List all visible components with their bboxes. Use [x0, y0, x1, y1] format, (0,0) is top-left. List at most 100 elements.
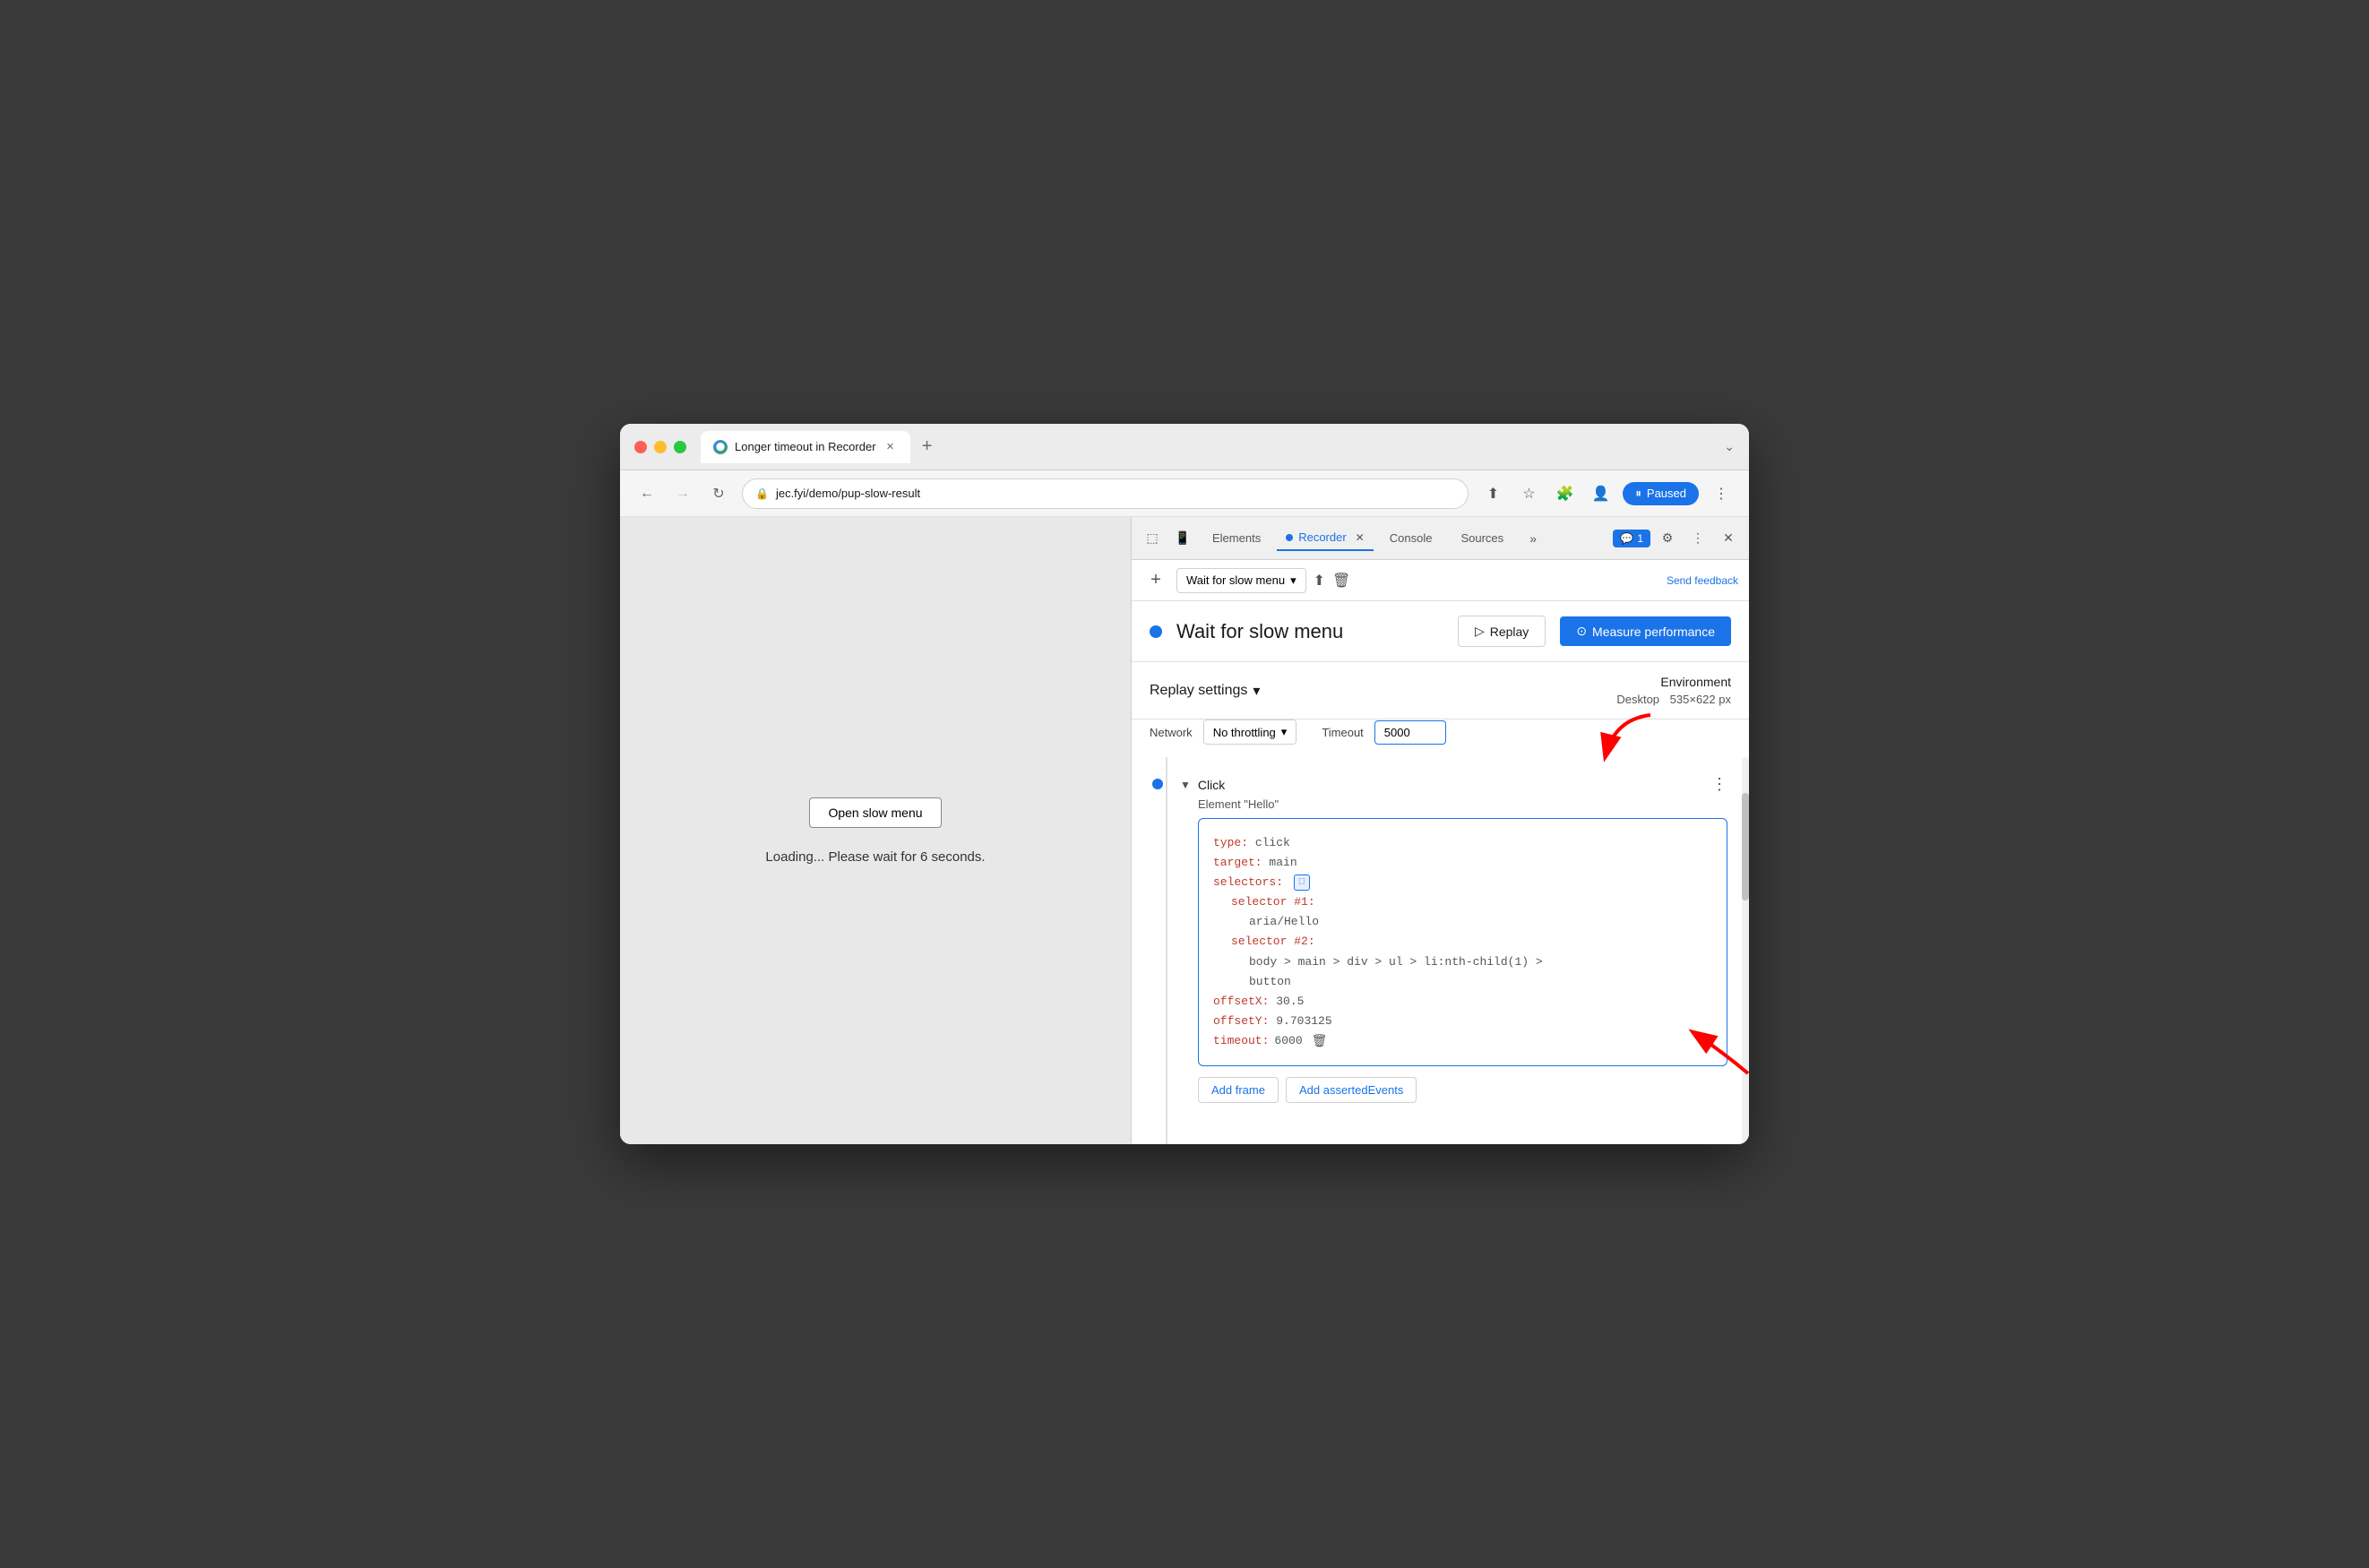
bookmark-icon[interactable]: ☆ [1515, 480, 1542, 507]
replay-settings-row: Network No throttling ▾ Timeout [1132, 719, 1749, 757]
title-bar-right: ⌄ [1724, 439, 1735, 454]
tab-recorder[interactable]: Recorder ✕ [1277, 525, 1374, 551]
code-target-val: main [1269, 856, 1296, 869]
address-bar-right: ⬆ ☆ 🧩 👤 ⏸ Paused ⋮ [1479, 480, 1735, 507]
recording-status-dot [1150, 625, 1162, 638]
recorder-toolbar-icons: ⬆ 🗑 [1314, 572, 1351, 590]
code-selector2-val2: button [1249, 975, 1291, 988]
share-icon[interactable]: ⬆ [1479, 480, 1506, 507]
extensions-icon[interactable]: 🧩 [1551, 480, 1578, 507]
paused-button[interactable]: ⏸ Paused [1623, 482, 1699, 505]
window-menu-btn[interactable]: ⌄ [1724, 439, 1735, 454]
plus-icon: + [1150, 570, 1161, 590]
environment-value: Desktop 535×622 px [1616, 693, 1731, 706]
code-offsetY-val: 9.703125 [1276, 1014, 1331, 1028]
code-selectors-key: selectors: [1213, 875, 1283, 889]
traffic-lights [634, 441, 686, 453]
devtools-settings-icon[interactable]: ⚙ [1654, 525, 1681, 552]
new-tab-btn[interactable]: + [914, 434, 941, 461]
delete-timeout-btn[interactable]: 🗑 [1312, 1033, 1328, 1048]
replay-settings-label: Replay settings [1150, 683, 1247, 699]
chevron-down-icon: ▾ [1290, 573, 1296, 588]
pause-icon: ⏸ [1635, 487, 1641, 501]
scrollbar-thumb[interactable] [1742, 793, 1749, 900]
paused-label: Paused [1647, 487, 1686, 500]
active-tab[interactable]: ⬤ Longer timeout in Recorder ✕ [701, 431, 910, 463]
chat-count: 1 [1637, 532, 1643, 545]
replay-settings-chevron-icon: ▾ [1253, 682, 1260, 700]
url-bar[interactable]: 🔒 jec.fyi/demo/pup-slow-result [742, 478, 1469, 509]
code-block: type: click target: main selectors: ⬚ [1198, 818, 1727, 1066]
send-feedback-link[interactable]: Send feedback [1667, 574, 1738, 587]
lock-icon: 🔒 [755, 487, 769, 500]
back-btn[interactable]: ← [634, 481, 659, 506]
tab-close-btn[interactable]: ✕ [883, 440, 898, 454]
minimize-window-btn[interactable] [654, 441, 667, 453]
recorder-close-icon[interactable]: ✕ [1356, 531, 1365, 544]
forward-btn[interactable]: → [670, 481, 695, 506]
play-icon: ▷ [1475, 624, 1485, 639]
reload-btn[interactable]: ↻ [706, 481, 731, 506]
export-btn[interactable]: ⬆ [1314, 572, 1325, 590]
step-menu-btn[interactable]: ⋮ [1711, 775, 1727, 794]
devtools-more-icon[interactable]: ⋮ [1684, 525, 1711, 552]
scrollbar[interactable] [1742, 757, 1749, 1144]
replay-button[interactable]: ▷ Replay [1458, 616, 1546, 647]
code-selector2-key: selector #2: [1231, 935, 1315, 948]
loading-text: Loading... Please wait for 6 seconds. [765, 849, 985, 865]
code-offsetX-val: 30.5 [1276, 995, 1304, 1008]
replay-settings-toggle[interactable]: Replay settings ▾ [1150, 682, 1260, 700]
tab-favicon-icon: ⬤ [713, 440, 728, 454]
environment-title: Environment [1616, 675, 1731, 689]
measure-performance-btn[interactable]: ⊙ Measure performance [1560, 616, 1731, 646]
code-offsetX-key: offsetX: [1213, 995, 1269, 1008]
add-frame-btn[interactable]: Add frame [1198, 1077, 1279, 1103]
step-expand-icon[interactable]: ▼ [1180, 779, 1191, 791]
network-label: Network [1150, 726, 1193, 739]
code-selector1-key: selector #1: [1231, 895, 1315, 909]
device-icon[interactable]: 📱 [1169, 525, 1196, 552]
profile-icon[interactable]: 👤 [1587, 480, 1614, 507]
maximize-window-btn[interactable] [674, 441, 686, 453]
measure-label: Measure performance [1592, 625, 1715, 639]
open-slow-menu-btn[interactable]: Open slow menu [809, 797, 941, 828]
browser-window: ⬤ Longer timeout in Recorder ✕ + ⌄ ← → ↻… [620, 424, 1749, 1144]
code-selector1-val: aria/Hello [1249, 915, 1319, 928]
recording-name: Wait for slow menu [1186, 573, 1285, 587]
steps-area[interactable]: ▼ Click ⋮ Element "Hello" type: click [1132, 757, 1749, 1144]
timeout-input[interactable] [1374, 720, 1446, 745]
more-tabs-btn[interactable]: » [1520, 525, 1546, 552]
close-window-btn[interactable] [634, 441, 647, 453]
code-timeout-key: timeout: [1213, 1031, 1269, 1051]
chat-badge[interactable]: 💬 1 [1613, 530, 1650, 547]
code-target-key: target: [1213, 856, 1262, 869]
step-click: ▼ Click ⋮ Element "Hello" type: click [1132, 764, 1742, 1114]
add-asserted-events-btn[interactable]: Add assertedEvents [1286, 1077, 1417, 1103]
network-chevron-icon: ▾ [1281, 725, 1288, 739]
network-throttle-select[interactable]: No throttling ▾ [1203, 719, 1297, 745]
environment-size: 535×622 px [1670, 693, 1731, 706]
step-dot [1152, 779, 1163, 789]
browser-page: Open slow menu Loading... Please wait fo… [620, 517, 1131, 1144]
step-type: Click [1198, 778, 1225, 792]
tab-elements[interactable]: Elements [1200, 526, 1273, 550]
devtools-close-btn[interactable]: ✕ [1715, 525, 1742, 552]
replay-settings-left: Replay settings ▾ [1150, 682, 1260, 700]
recorder-header: Wait for slow menu ▷ Replay ⊙ Measure pe… [1132, 601, 1749, 662]
inspect-icon[interactable]: ⬚ [1139, 525, 1166, 552]
devtools-panel: ⬚ 📱 Elements Recorder ✕ Console Sources … [1131, 517, 1749, 1144]
code-footer: Add frame Add assertedEvents [1198, 1077, 1727, 1103]
delete-recording-btn[interactable]: 🗑 [1332, 572, 1350, 590]
add-recording-btn[interactable]: + [1142, 567, 1169, 594]
more-menu-btn[interactable]: ⋮ [1708, 480, 1735, 507]
replay-label: Replay [1490, 625, 1529, 639]
recording-select[interactable]: Wait for slow menu ▾ [1176, 568, 1306, 593]
tab-console[interactable]: Console [1377, 526, 1445, 550]
tab-title: Longer timeout in Recorder [735, 440, 876, 453]
red-arrow-1 [1597, 711, 1659, 764]
tab-sources[interactable]: Sources [1448, 526, 1516, 550]
measure-icon: ⊙ [1576, 624, 1587, 639]
main-area: Open slow menu Loading... Please wait fo… [620, 517, 1749, 1144]
recorder-title: Wait for slow menu [1176, 620, 1443, 643]
network-value: No throttling [1213, 726, 1276, 739]
